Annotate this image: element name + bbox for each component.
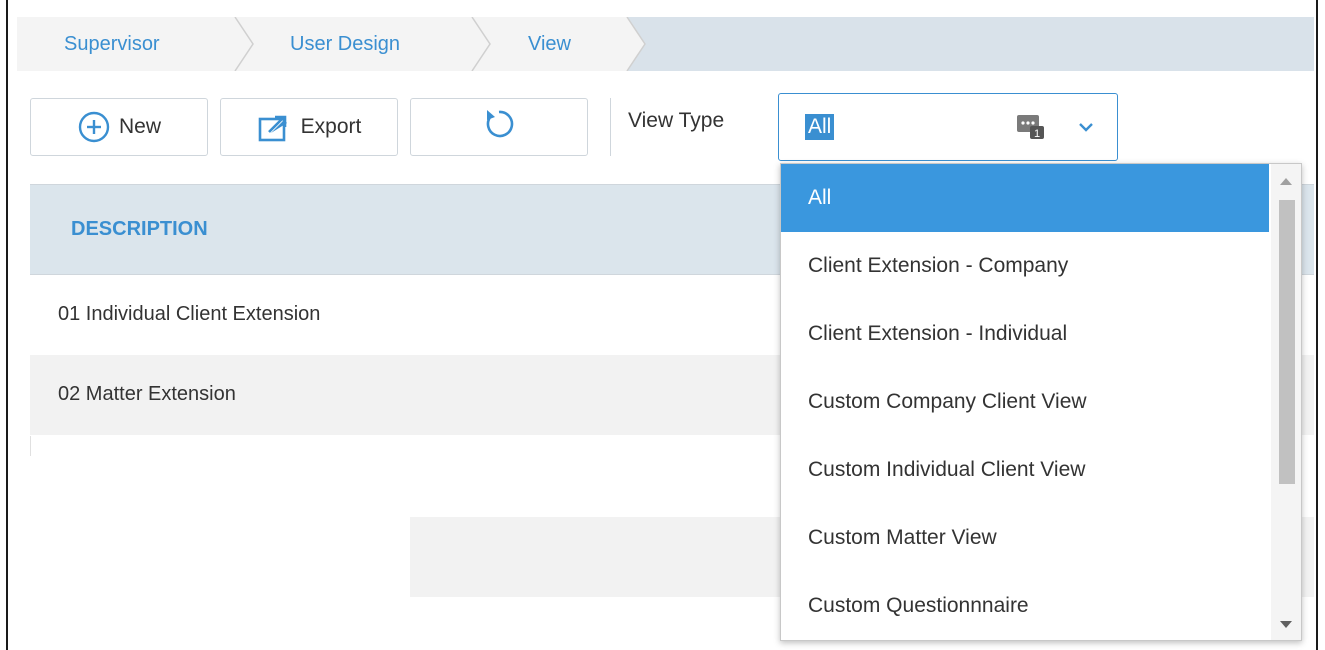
breadcrumb-user-design[interactable]: User Design [290, 17, 400, 71]
export-icon [257, 111, 293, 143]
dropdown-option[interactable]: Custom Individual Client View [781, 436, 1269, 504]
row-description: 02 Matter Extension [58, 383, 236, 405]
row-description: 01 Individual Client Extension [58, 303, 321, 325]
breadcrumb-supervisor[interactable]: Supervisor [64, 17, 160, 71]
refresh-icon [481, 106, 517, 148]
column-header-description[interactable]: DESCRIPTION [71, 218, 208, 241]
refresh-button[interactable] [410, 98, 588, 156]
view-type-select[interactable]: All 1 [778, 93, 1118, 161]
table-edge [30, 436, 31, 456]
toolbar-divider [610, 98, 611, 156]
scroll-down-arrow-icon[interactable] [1280, 621, 1292, 628]
dropdown-option[interactable]: Client Extension - Individual [781, 300, 1269, 368]
new-button-label: New [118, 115, 161, 138]
export-button[interactable]: Export [220, 98, 398, 156]
dropdown-option[interactable]: Custom Matter View [781, 504, 1269, 572]
svg-text:1: 1 [1034, 128, 1040, 140]
scroll-up-arrow-icon[interactable] [1280, 178, 1292, 185]
scroll-thumb[interactable] [1279, 200, 1295, 484]
chat-badge-icon[interactable]: 1 [1016, 114, 1046, 145]
export-button-label: Export [300, 115, 362, 138]
dropdown-option[interactable]: Custom Questionnnaire [781, 572, 1269, 640]
breadcrumb-background [17, 17, 646, 71]
breadcrumb: Supervisor User Design View [17, 17, 1314, 71]
new-button[interactable]: New [30, 98, 208, 156]
dropdown-option[interactable]: Client Extension - Company [781, 232, 1269, 300]
plus-circle-icon [77, 110, 111, 144]
dropdown-option[interactable]: Custom Company Client View [781, 368, 1269, 436]
breadcrumb-view[interactable]: View [528, 17, 571, 71]
view-type-value[interactable]: All [805, 114, 835, 140]
view-type-dropdown[interactable]: All Client Extension - Company Client Ex… [780, 163, 1302, 641]
dropdown-option-all[interactable]: All [781, 164, 1269, 232]
view-type-label: View Type [628, 109, 725, 132]
dropdown-scrollbar[interactable] [1271, 164, 1301, 640]
chevron-down-icon[interactable] [1077, 120, 1095, 138]
